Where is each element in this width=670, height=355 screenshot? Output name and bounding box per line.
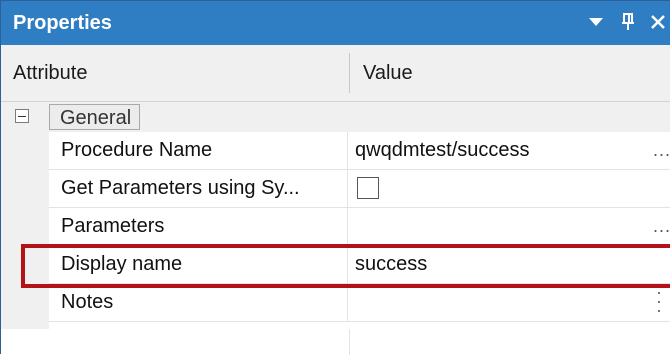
empty-grid-area xyxy=(1,329,670,355)
get-parameters-checkbox[interactable] xyxy=(357,177,379,199)
property-row-parameters[interactable]: Parameters ... xyxy=(49,208,670,246)
property-row-notes[interactable]: Notes xyxy=(49,284,670,322)
column-header-attribute[interactable]: Attribute xyxy=(13,45,87,101)
property-value-field[interactable]: qwqdmtest/success xyxy=(355,132,530,169)
property-name: Get Parameters using Sy... xyxy=(61,177,300,199)
row-divider xyxy=(347,132,348,169)
display-name-value-field[interactable]: success xyxy=(355,246,427,283)
pin-icon[interactable] xyxy=(613,7,643,37)
collapse-minus-icon[interactable] xyxy=(15,109,29,123)
column-header-value[interactable]: Value xyxy=(363,45,413,101)
row-divider xyxy=(347,170,348,207)
properties-panel: Properties Attribute Value General Proce… xyxy=(0,0,670,355)
chevron-down-icon[interactable] xyxy=(581,7,611,37)
close-icon[interactable] xyxy=(643,7,670,37)
property-name: Procedure Name xyxy=(61,139,213,161)
row-divider xyxy=(347,246,348,283)
property-name: Display name xyxy=(61,253,183,275)
property-row-procedure-name[interactable]: Procedure Name qwqdmtest/success ... xyxy=(49,132,670,170)
properties-title-bar[interactable]: Properties xyxy=(1,1,670,46)
property-row-get-parameters[interactable]: Get Parameters using Sy... xyxy=(49,170,670,208)
row-divider xyxy=(347,208,348,245)
column-divider[interactable] xyxy=(349,53,350,93)
panel-title: Properties xyxy=(13,12,112,34)
ellipsis-button[interactable]: ... xyxy=(653,132,670,169)
property-name: Parameters xyxy=(61,215,165,237)
ellipsis-button[interactable]: ... xyxy=(653,208,670,245)
category-label[interactable]: General xyxy=(49,104,141,130)
column-header: Attribute Value xyxy=(1,45,670,102)
property-name: Notes xyxy=(61,291,114,313)
category-row-general[interactable]: General xyxy=(1,102,670,132)
more-options-icon[interactable] xyxy=(657,292,661,312)
property-row-display-name[interactable]: Display name success xyxy=(49,246,670,284)
row-gutter xyxy=(1,132,49,329)
row-divider xyxy=(349,329,350,355)
row-divider xyxy=(347,284,348,321)
